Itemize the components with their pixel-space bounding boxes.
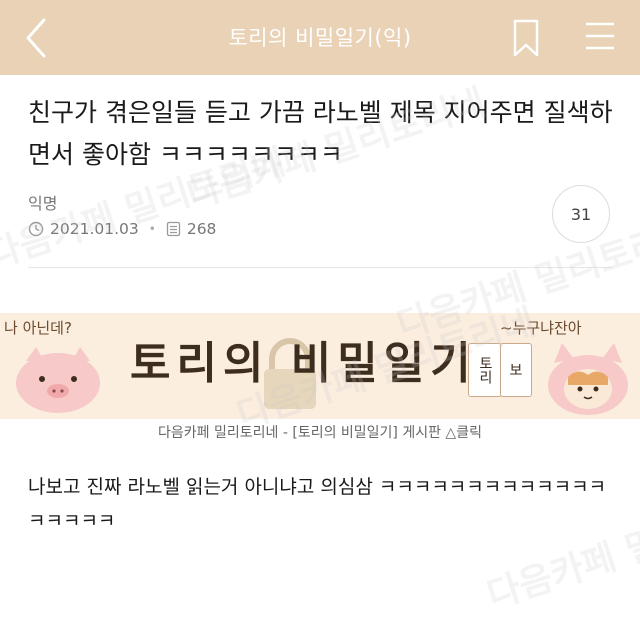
clock-icon — [28, 221, 44, 237]
pig-cat-character-right-icon — [548, 343, 628, 415]
view-count-icon — [166, 221, 180, 237]
comment-count-button[interactable]: 31 — [552, 185, 610, 243]
banner-caption-link[interactable]: 다음카페 밀리토리네 - [토리의 비밀일기] 게시판 △클릭 — [0, 422, 640, 442]
post-date: 2021.01.03 — [50, 220, 139, 238]
post-title: 친구가 겪은일들 듣고 가끔 라노벨 제목 지어주면 질색하면서 좋아함 ㅋㅋㅋ… — [28, 98, 613, 169]
meta-separator: • — [148, 222, 156, 236]
hamburger-menu-icon — [586, 22, 614, 50]
cafe-banner-image[interactable]: 나 아닌데? ~누구냐잔아 토리의 비밀일기 토리 보 — [0, 313, 640, 419]
tag-bo: 보 — [500, 343, 532, 397]
tag-tori: 토리 — [468, 343, 502, 397]
menu-button[interactable] — [582, 18, 618, 54]
bookmark-button[interactable] — [510, 18, 542, 58]
cafe-board-title[interactable]: 토리의 비밀일기(익) — [0, 22, 640, 52]
speech-bubble-left: 나 아닌데? — [4, 319, 72, 337]
comment-count: 31 — [570, 204, 592, 224]
bookmark-icon — [513, 19, 539, 57]
pig-character-left-icon — [16, 347, 100, 413]
banner-title: 토리의 비밀일기 — [130, 338, 477, 389]
header-divider — [28, 267, 612, 268]
author-name[interactable]: 익명 — [28, 190, 57, 214]
post-body: 나보고 진짜 라노벨 읽는거 아니냐고 의심삼 ㅋㅋㅋㅋㅋㅋㅋㅋㅋㅋㅋㅋㅋㅋㅋㅋ… — [28, 476, 607, 532]
post-meta: 2021.01.03 • 268 — [28, 218, 216, 240]
speech-bubble-right: ~누구냐잔아 — [500, 319, 582, 337]
top-bar: 토리의 비밀일기(익) — [0, 0, 640, 75]
view-count: 268 — [186, 220, 217, 238]
